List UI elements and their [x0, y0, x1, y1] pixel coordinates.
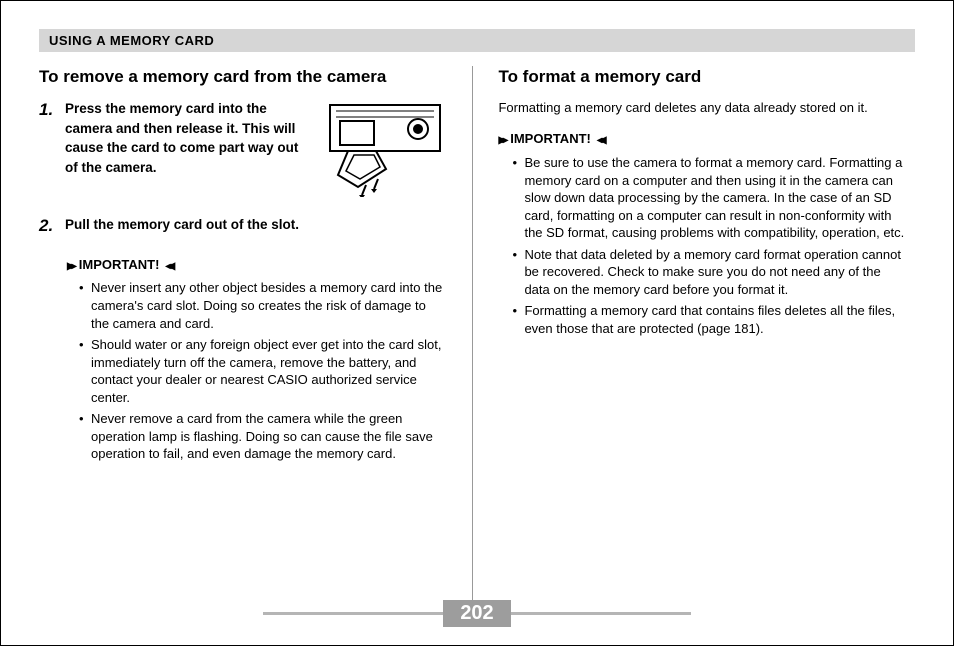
step-1: 1. Press the memory card into the camera… [39, 99, 446, 197]
left-important-label: IMPORTANT! [67, 256, 446, 274]
page-number: 202 [443, 600, 511, 627]
right-intro: Formatting a memory card deletes any dat… [498, 99, 905, 117]
two-column-layout: To remove a memory card from the camera … [39, 66, 915, 627]
left-title: To remove a memory card from the camera [39, 66, 446, 89]
right-note-2: Note that data deleted by a memory card … [512, 246, 905, 299]
right-important-text: IMPORTANT! [510, 130, 591, 148]
right-important-label: IMPORTANT! [498, 130, 905, 148]
step-1-text: 1. Press the memory card into the camera… [39, 99, 308, 177]
right-column: To format a memory card Formatting a mem… [474, 66, 915, 627]
right-title: To format a memory card [498, 66, 905, 89]
column-divider [472, 66, 473, 627]
step-1-body: Press the memory card into the camera an… [65, 99, 308, 177]
manual-page: USING A MEMORY CARD To remove a memory c… [0, 0, 954, 646]
arrows-left-icon [165, 256, 171, 274]
arrows-left-icon [597, 130, 603, 148]
arrows-right-icon [67, 256, 73, 274]
memory-card-removal-illustration [318, 99, 446, 197]
section-header: USING A MEMORY CARD [39, 29, 915, 52]
right-important-notes: Be sure to use the camera to format a me… [512, 154, 905, 337]
left-note-2: Should water or any foreign object ever … [79, 336, 446, 406]
page-number-container: 202 [1, 600, 953, 627]
step-2-number: 2. [39, 215, 59, 238]
right-note-3: Formatting a memory card that contains f… [512, 302, 905, 337]
right-note-1: Be sure to use the camera to format a me… [512, 154, 905, 242]
left-important-notes: Never insert any other object besides a … [79, 279, 446, 462]
step-2: 2. Pull the memory card out of the slot. [39, 215, 446, 238]
left-column: To remove a memory card from the camera … [39, 66, 470, 627]
page-number-wing-left [263, 612, 443, 615]
arrows-right-icon [498, 130, 504, 148]
step-2-body: Pull the memory card out of the slot. [65, 215, 299, 235]
step-1-number: 1. [39, 99, 59, 177]
page-number-bar: 202 [263, 600, 691, 627]
left-note-1: Never insert any other object besides a … [79, 279, 446, 332]
left-important-text: IMPORTANT! [79, 256, 160, 274]
left-note-3: Never remove a card from the camera whil… [79, 410, 446, 463]
page-number-wing-right [511, 612, 691, 615]
